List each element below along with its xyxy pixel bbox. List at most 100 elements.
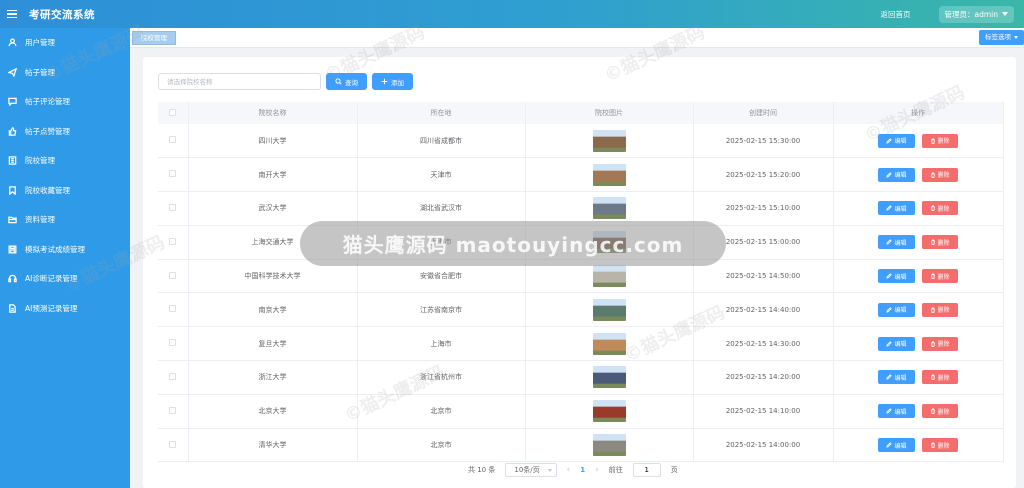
admin-dropdown[interactable]: 管理员：admin <box>938 5 1014 23</box>
edit-button[interactable]: 编辑 <box>878 370 915 385</box>
delete-button[interactable]: 删除 <box>921 370 958 385</box>
school-image[interactable] <box>592 434 626 457</box>
edit-button[interactable]: 编辑 <box>878 201 915 216</box>
school-table: 院校名称 所在地 院校图片 创建时间 操作 四川大学 四川省成都市 2025-02-… <box>158 102 1004 463</box>
row-select-cell <box>158 124 189 159</box>
edit-button[interactable]: 编辑 <box>878 133 915 148</box>
created-time-cell: 2025-02-15 14:50:00 <box>693 259 834 294</box>
comment-icon <box>8 97 17 107</box>
row-checkbox[interactable] <box>169 339 177 347</box>
admin-label: 管理员：admin <box>944 9 999 19</box>
sidebar-item-8[interactable]: AI诊断记录管理 <box>0 264 130 294</box>
edit-button[interactable]: 编辑 <box>878 167 915 182</box>
row-checkbox[interactable] <box>169 203 177 211</box>
edit-button[interactable]: 编辑 <box>878 269 915 284</box>
location-cell: 北京市 <box>357 428 526 463</box>
delete-button[interactable]: 删除 <box>921 302 958 317</box>
tab-school-management[interactable]: 院校管理 <box>132 31 176 45</box>
sidebar-item-0[interactable]: 用户管理 <box>0 28 130 58</box>
school-name-cell: 复旦大学 <box>188 326 358 362</box>
row-checkbox[interactable] <box>169 271 177 279</box>
sidebar-item-9[interactable]: AI预测记录管理 <box>0 294 130 324</box>
row-checkbox[interactable] <box>169 406 177 414</box>
folder-icon <box>8 216 17 224</box>
table-header-row: 院校名称 所在地 院校图片 创建时间 操作 <box>158 102 1004 124</box>
delete-button[interactable]: 删除 <box>921 404 958 419</box>
school-image[interactable] <box>592 265 626 288</box>
trash-icon <box>930 374 935 381</box>
sidebar-item-5[interactable]: 院校收藏管理 <box>0 176 130 206</box>
row-checkbox[interactable] <box>169 372 177 380</box>
edit-label: 编辑 <box>894 341 907 349</box>
header-actions: 返回首页 管理员：admin <box>881 5 1024 23</box>
page-size-select[interactable]: 10条/页 <box>505 463 557 477</box>
actions-cell: 编辑 删除 <box>833 225 1004 260</box>
top-header: 考研交流系统 返回首页 管理员：admin <box>0 0 1024 28</box>
actions-cell: 编辑 删除 <box>833 124 1004 159</box>
row-checkbox[interactable] <box>169 440 177 448</box>
search-icon <box>335 78 342 85</box>
delete-button[interactable]: 删除 <box>921 438 958 453</box>
row-checkbox[interactable] <box>169 305 177 313</box>
tab-options-button[interactable]: 标签选项 <box>979 30 1024 45</box>
row-checkbox[interactable] <box>169 170 177 178</box>
send-icon <box>8 67 17 77</box>
school-image[interactable] <box>592 400 626 423</box>
sidebar-item-1[interactable]: 帖子管理 <box>0 58 130 88</box>
query-button[interactable]: 查询 <box>326 73 367 90</box>
school-image[interactable] <box>592 366 626 389</box>
delete-label: 删除 <box>937 273 950 281</box>
location-cell: 江苏省南京市 <box>357 292 526 328</box>
school-name-input[interactable] <box>158 73 321 90</box>
row-checkbox[interactable] <box>169 136 177 144</box>
school-image[interactable] <box>592 129 626 152</box>
created-time-cell: 2025-02-15 15:10:00 <box>693 191 834 226</box>
row-select-cell <box>158 326 189 362</box>
prev-page-icon[interactable]: ‹ <box>567 465 571 475</box>
sidebar-item-2[interactable]: 帖子评论管理 <box>0 87 130 117</box>
actions-cell: 编辑 删除 <box>833 428 1004 463</box>
edit-icon <box>886 442 893 448</box>
edit-button[interactable]: 编辑 <box>878 404 915 419</box>
actions-cell: 编辑 删除 <box>833 191 1004 226</box>
sidebar-item-7[interactable]: 模拟考试成绩管理 <box>0 235 130 265</box>
edit-button[interactable]: 编辑 <box>878 336 915 351</box>
delete-button[interactable]: 删除 <box>921 336 958 351</box>
school-image[interactable] <box>592 197 626 220</box>
sidebar: 用户管理 帖子管理 帖子评论管理 帖子点赞管理 院校管理院校收藏管理资料管理 模拟考试成绩… <box>0 28 130 488</box>
edit-button[interactable]: 编辑 <box>878 235 915 250</box>
image-cell <box>525 428 694 463</box>
goto-page-input[interactable] <box>632 463 661 477</box>
delete-button[interactable]: 删除 <box>921 269 958 284</box>
current-page[interactable]: 1 <box>580 466 585 474</box>
created-time-cell: 2025-02-15 14:10:00 <box>693 394 834 429</box>
actions-cell: 编辑 删除 <box>833 157 1004 193</box>
sidebar-item-3[interactable]: 帖子点赞管理 <box>0 117 130 147</box>
row-select-cell <box>158 428 189 463</box>
column-header: 院校名称 <box>188 102 358 124</box>
delete-button[interactable]: 删除 <box>921 201 958 216</box>
select-all-checkbox[interactable] <box>169 108 177 116</box>
location-cell: 上海市 <box>357 326 526 362</box>
edit-button[interactable]: 编辑 <box>878 302 915 317</box>
delete-button[interactable]: 删除 <box>921 133 958 148</box>
main-panel: 查询 添加 院校名称 所在地 院校图片 创建时间 操作 四川大学四川省成都市 20… <box>143 57 1016 488</box>
school-image[interactable] <box>592 332 626 355</box>
next-page-icon[interactable]: › <box>595 465 599 475</box>
menu-toggle-icon[interactable] <box>7 9 19 19</box>
delete-button[interactable]: 删除 <box>921 235 958 250</box>
actions-cell: 编辑 删除 <box>833 259 1004 294</box>
delete-label: 删除 <box>937 374 950 382</box>
back-home-link[interactable]: 返回首页 <box>881 9 911 20</box>
sidebar-item-4[interactable]: 院校管理 <box>0 146 130 176</box>
delete-button[interactable]: 删除 <box>921 167 958 182</box>
total-count: 共 10 条 <box>468 466 496 474</box>
sidebar-item-6[interactable]: 资料管理 <box>0 205 130 235</box>
school-image[interactable] <box>592 163 626 186</box>
edit-button[interactable]: 编辑 <box>878 438 915 453</box>
row-checkbox[interactable] <box>169 237 177 245</box>
edit-label: 编辑 <box>894 239 907 247</box>
school-image[interactable] <box>592 298 626 321</box>
sidebar-item-label: 院校收藏管理 <box>25 185 70 195</box>
add-button[interactable]: 添加 <box>372 73 413 90</box>
